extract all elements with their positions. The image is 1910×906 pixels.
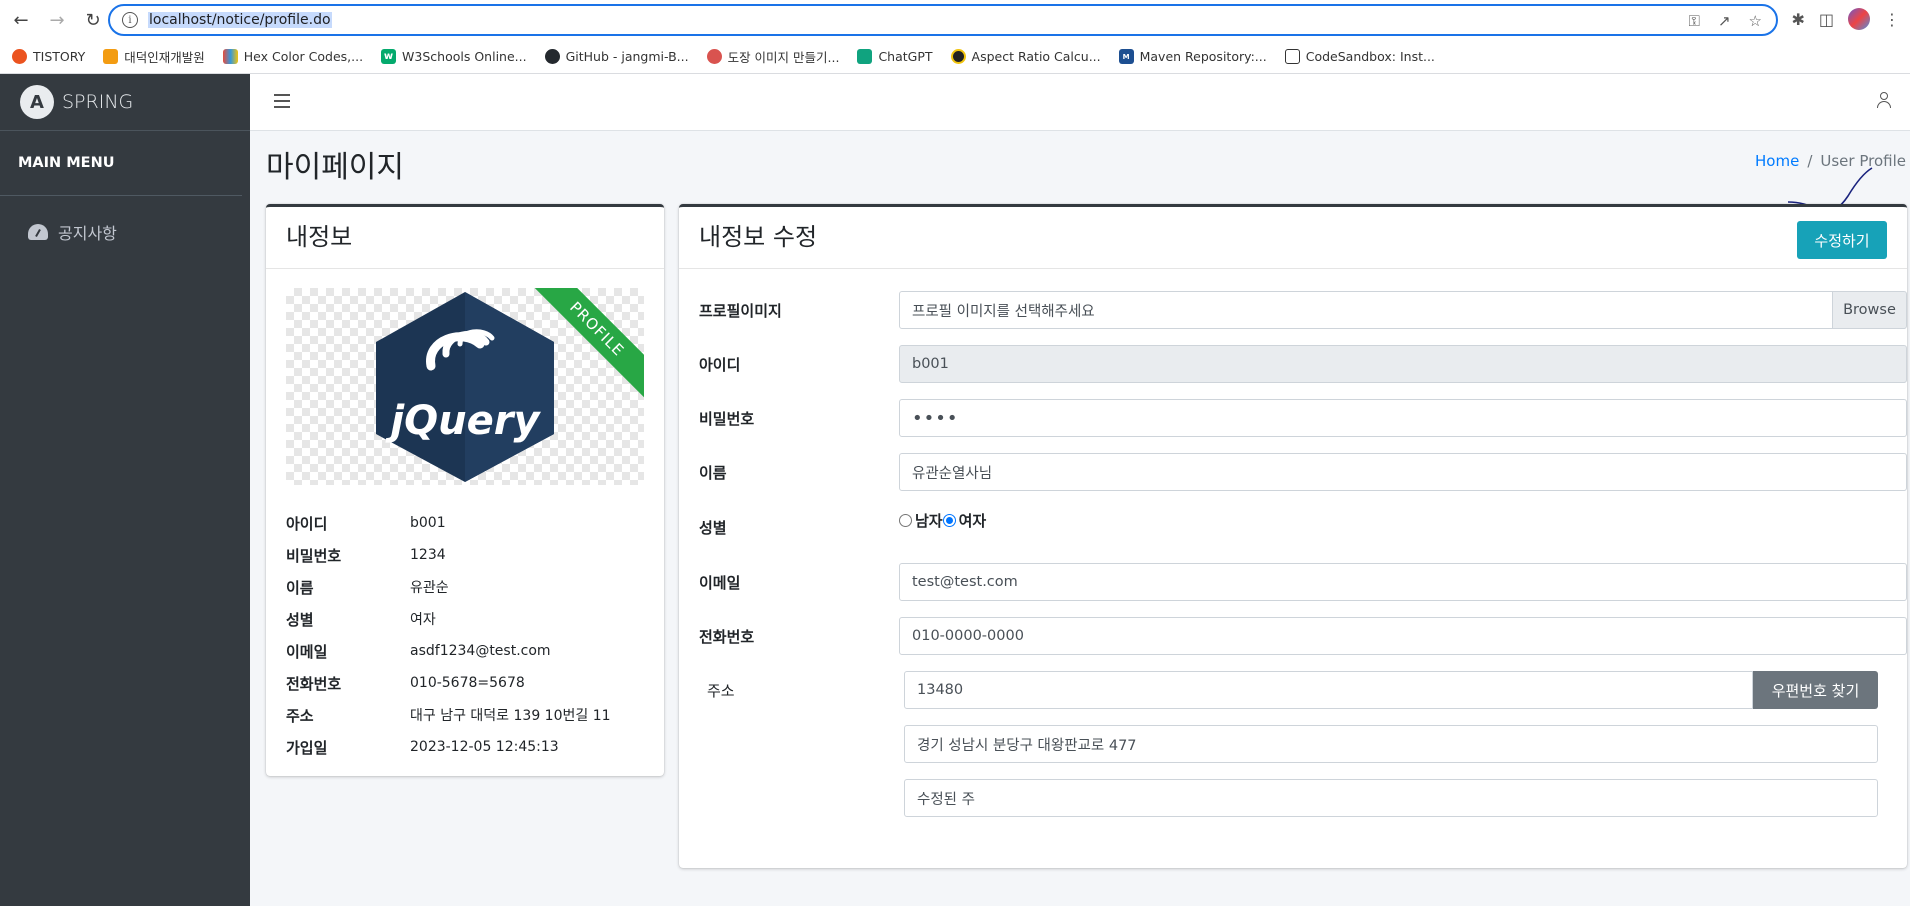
bookmark-item[interactable]: Hex Color Codes,... <box>222 49 363 64</box>
bookmarks-bar: TISTORY 대덕인재개발원 Hex Color Codes,... w W3S… <box>0 40 1910 74</box>
w3schools-icon: w <box>381 49 397 64</box>
form-row-address: 주소 13480 우편번호 찾기 <box>707 671 1878 709</box>
codesandbox-icon <box>1284 49 1300 64</box>
hex-color-icon <box>222 49 238 64</box>
site-info-icon[interactable]: i <box>122 12 138 28</box>
form-row-gender: 성별 남자 여자 <box>699 512 987 537</box>
form-row-address1: 경기 성남시 분당구 대왕판교로 477 <box>904 725 1878 763</box>
profile-image-file-input[interactable]: 프로필 이미지를 선택해주세요 <box>899 291 1833 329</box>
dashboard-gauge-icon <box>28 224 48 240</box>
tistory-icon <box>12 49 27 64</box>
page-title: 마이페이지 <box>266 150 404 185</box>
gender-male-radio[interactable] <box>899 514 912 527</box>
hamburger-menu-icon[interactable] <box>274 94 290 108</box>
side-panel-icon[interactable]: ◫ <box>1819 10 1834 29</box>
gender-male-label: 남자 <box>915 512 943 530</box>
form-row-password: 비밀번호 •••• <box>699 399 1907 437</box>
address-bar[interactable]: i localhost/notice/profile.do ⚿ ↗ ☆ <box>108 4 1778 36</box>
form-row-user-id: 아이디 b001 <box>699 345 1907 383</box>
brand-logo-icon: A <box>20 85 54 119</box>
browse-button[interactable]: Browse <box>1833 291 1907 329</box>
edit-card-header: 내정보 수정 수정하기 <box>679 207 1907 269</box>
brand-link[interactable]: A SPRING <box>0 74 250 131</box>
profile-avatar-icon[interactable] <box>1848 8 1870 30</box>
browser-toolbar: ← → ↻ i localhost/notice/profile.do ⚿ ↗ … <box>0 0 1910 40</box>
sidebar-item-notice[interactable]: 공지사항 <box>0 196 250 244</box>
bookmark-item[interactable]: 도장 이미지 만들기... <box>706 47 839 66</box>
phone-field[interactable]: 010-0000-0000 <box>899 617 1907 655</box>
maven-icon: M <box>1118 49 1134 64</box>
form-row-profile-image: 프로필이미지 프로필 이미지를 선택해주세요 Browse <box>699 291 1907 329</box>
address1-field[interactable]: 경기 성남시 분당구 대왕판교로 477 <box>904 725 1878 763</box>
gender-radio-group: 남자 여자 <box>899 510 986 531</box>
info-row-address: 주소 대구 남구 대덕로 139 10번길 11 <box>286 706 611 725</box>
zipcode-field[interactable]: 13480 <box>904 671 1753 709</box>
profile-card: 내정보 jQuery PROFILE 아이디 b001 비밀번호 1234 이름 유관… <box>266 204 664 776</box>
url-text[interactable]: localhost/notice/profile.do <box>148 12 332 28</box>
aspect-ratio-icon <box>950 49 966 64</box>
ddit-icon <box>103 49 119 64</box>
star-icon[interactable]: ☆ <box>1749 12 1762 30</box>
extensions-icon[interactable]: ✱ <box>1791 10 1804 29</box>
form-row-address2: 수정된 주 <box>904 779 1878 817</box>
submit-edit-button[interactable]: 수정하기 <box>1797 221 1887 259</box>
gender-female-label: 여자 <box>958 512 987 530</box>
profile-card-title: 내정보 <box>266 207 664 269</box>
address2-field[interactable]: 수정된 주 <box>904 779 1878 817</box>
info-row-email: 이메일 asdf1234@test.com <box>286 642 551 661</box>
bookmark-item[interactable]: ChatGPT <box>857 49 933 64</box>
bookmark-item[interactable]: M Maven Repository:... <box>1118 49 1267 64</box>
top-navbar <box>250 74 1910 131</box>
jquery-logo-text: jQuery <box>384 398 541 444</box>
github-icon <box>544 49 560 64</box>
bookmark-item[interactable]: w W3Schools Online... <box>381 49 527 64</box>
ribbon-label: PROFILE <box>534 288 644 398</box>
password-field[interactable]: •••• <box>899 399 1907 437</box>
bookmark-item[interactable]: CodeSandbox: Inst... <box>1284 49 1435 64</box>
stamp-icon <box>706 49 722 64</box>
bookmark-item[interactable]: 대덕인재개발원 <box>103 47 205 66</box>
back-arrow-icon[interactable]: ← <box>6 5 36 35</box>
bookmark-item[interactable]: GitHub - jangmi-B... <box>544 49 689 64</box>
profile-image: jQuery PROFILE <box>286 288 644 485</box>
bookmark-item[interactable]: TISTORY <box>12 49 85 64</box>
info-row-joined: 가입일 2023-12-05 12:45:13 <box>286 738 559 757</box>
info-row-gender: 성별 여자 <box>286 610 436 629</box>
bookmark-item[interactable]: Aspect Ratio Calcu... <box>950 49 1101 64</box>
user-id-field: b001 <box>899 345 1907 383</box>
info-row-name: 이름 유관순 <box>286 578 449 597</box>
info-row-phone: 전화번호 010-5678=5678 <box>286 674 525 693</box>
key-icon[interactable]: ⚿ <box>1689 12 1700 30</box>
form-row-email: 이메일 test@test.com <box>699 563 1907 601</box>
user-icon[interactable] <box>1876 92 1892 110</box>
sidebar: A SPRING MAIN MENU 공지사항 <box>0 74 250 906</box>
brand-text: SPRING <box>62 91 134 113</box>
find-zipcode-button[interactable]: 우편번호 찾기 <box>1753 671 1878 709</box>
reload-icon[interactable]: ↻ <box>78 5 108 35</box>
kebab-menu-icon[interactable]: ⋮ <box>1884 10 1900 29</box>
edit-card-title: 내정보 수정 <box>699 223 818 251</box>
info-row-id: 아이디 b001 <box>286 514 446 533</box>
form-row-phone: 전화번호 010-0000-0000 <box>699 617 1907 655</box>
menu-header: MAIN MENU <box>0 131 242 196</box>
email-field[interactable]: test@test.com <box>899 563 1907 601</box>
info-row-password: 비밀번호 1234 <box>286 546 446 565</box>
form-row-name: 이름 유관순열사님 <box>699 453 1907 491</box>
name-field[interactable]: 유관순열사님 <box>899 453 1907 491</box>
chatgpt-icon <box>857 49 873 64</box>
profile-ribbon: PROFILE <box>534 288 644 398</box>
sidebar-item-label: 공지사항 <box>58 224 117 243</box>
share-icon[interactable]: ↗ <box>1718 12 1731 30</box>
forward-arrow-icon[interactable]: → <box>42 5 72 35</box>
profile-info-list: 아이디 b001 비밀번호 1234 이름 유관순 성별 여자 이메일 asdf1234@… <box>286 507 644 763</box>
edit-profile-card: 내정보 수정 수정하기 프로필이미지 프로필 이미지를 선택해주세요 Brows… <box>679 204 1907 868</box>
gender-female-radio[interactable] <box>942 514 956 527</box>
